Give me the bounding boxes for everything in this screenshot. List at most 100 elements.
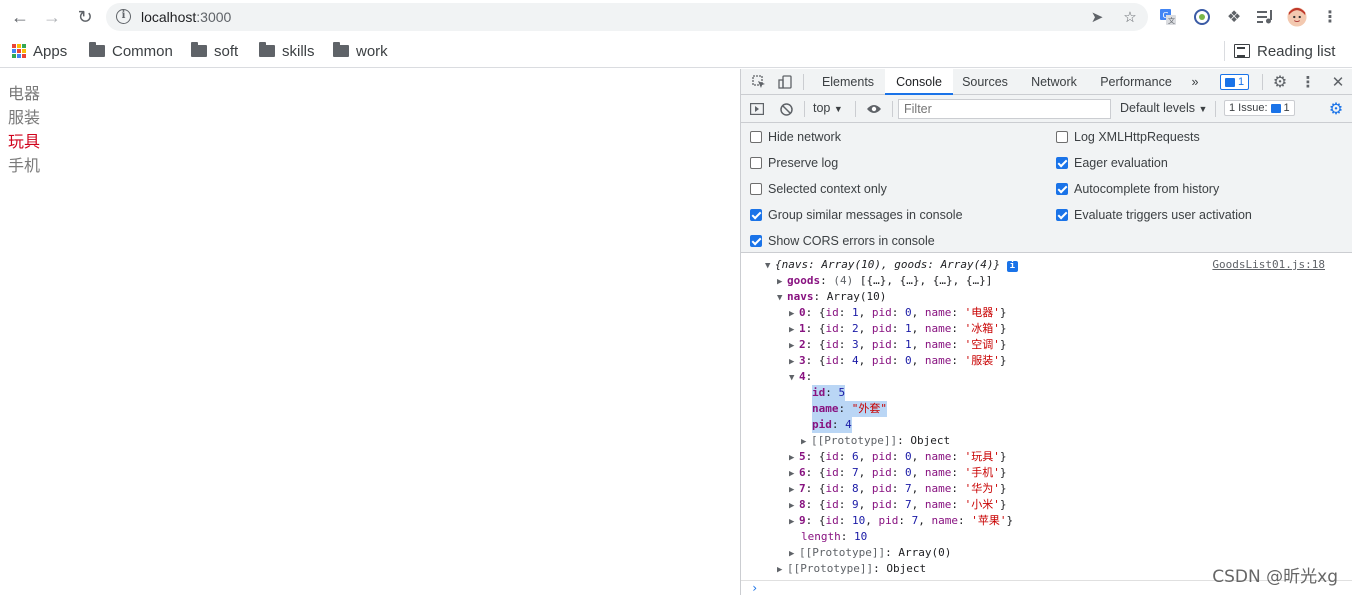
- context-selector[interactable]: top ▼: [813, 101, 843, 115]
- collapsed-triangle-icon[interactable]: ▶: [789, 354, 799, 370]
- option-hide-network[interactable]: Hide network: [750, 129, 841, 145]
- bookmarks-divider: [1224, 41, 1225, 61]
- translate-extension-icon[interactable]: G文: [1158, 7, 1178, 27]
- tree-prop-pid[interactable]: pid: 4: [812, 417, 852, 433]
- collapsed-triangle-icon[interactable]: ▶: [789, 498, 799, 514]
- bookmark-apps[interactable]: Apps: [12, 41, 67, 61]
- messages-badge[interactable]: 1: [1220, 74, 1250, 90]
- tree-row[interactable]: ▶ 3: {id: 4, pid: 0, name: '服装'}: [789, 353, 1007, 369]
- bookmark-skills[interactable]: skills: [259, 41, 315, 61]
- reload-icon[interactable]: ↻: [73, 5, 97, 29]
- site-info-icon[interactable]: i: [116, 9, 131, 24]
- tree-row-root-prototype[interactable]: ▶ [[Prototype]]: Object: [777, 561, 926, 577]
- bookmark-soft[interactable]: soft: [191, 41, 238, 61]
- option-group-similar[interactable]: Group similar messages in console: [750, 207, 963, 223]
- issues-badge[interactable]: 1 Issue: 1: [1224, 100, 1295, 116]
- clear-console-icon[interactable]: [776, 99, 796, 119]
- collapsed-triangle-icon[interactable]: ▶: [789, 338, 799, 354]
- expanded-triangle-icon[interactable]: ▼: [765, 258, 775, 274]
- option-autocomplete-history[interactable]: Autocomplete from history: [1056, 181, 1219, 197]
- bookmark-star-icon[interactable]: ☆: [1120, 7, 1140, 27]
- reading-list-button[interactable]: Reading list: [1234, 41, 1335, 61]
- menu-kebab-icon[interactable]: ⋮: [1320, 7, 1340, 27]
- url-text[interactable]: localhost:3000: [141, 9, 231, 25]
- checkbox[interactable]: [1056, 157, 1068, 169]
- expanded-triangle-icon[interactable]: ▼: [789, 370, 799, 386]
- option-log-xhr[interactable]: Log XMLHttpRequests: [1056, 129, 1200, 145]
- checkbox[interactable]: [750, 235, 762, 247]
- collapsed-triangle-icon[interactable]: ▶: [789, 450, 799, 466]
- tree-row-array-prototype[interactable]: ▶ [[Prototype]]: Array(0): [789, 545, 951, 561]
- option-selected-context-only[interactable]: Selected context only: [750, 181, 887, 197]
- extensions-puzzle-icon[interactable]: ❖: [1224, 7, 1244, 27]
- tree-row[interactable]: ▶ 6: {id: 7, pid: 0, name: '手机'}: [789, 465, 1007, 481]
- tab-sources[interactable]: Sources: [953, 69, 1017, 95]
- tree-prop-name[interactable]: name: "外套": [812, 401, 887, 417]
- send-tab-icon[interactable]: ➤: [1087, 7, 1107, 27]
- media-queue-icon[interactable]: [1255, 7, 1275, 27]
- nav-item-phones[interactable]: 手机: [8, 152, 40, 176]
- forward-arrow-icon[interactable]: →: [40, 5, 64, 29]
- tree-row[interactable]: ▶ 2: {id: 3, pid: 1, name: '空调'}: [789, 337, 1007, 353]
- info-icon[interactable]: i: [1006, 261, 1018, 272]
- collapsed-triangle-icon[interactable]: ▶: [801, 434, 811, 450]
- checkbox[interactable]: [750, 183, 762, 195]
- console-settings-gear-icon[interactable]: ⚙: [1326, 99, 1346, 119]
- tree-row-goods[interactable]: ▶ goods: (4) [{…}, {…}, {…}, {…}]: [777, 273, 992, 289]
- log-object-summary[interactable]: ▼ {navs: Array(10), goods: Array(4)} i: [765, 257, 1018, 273]
- tree-row-navs[interactable]: ▼ navs: Array(10): [777, 289, 886, 305]
- tree-row[interactable]: ▶ 0: {id: 1, pid: 0, name: '电器'}: [789, 305, 1007, 321]
- console-filter-input[interactable]: [898, 99, 1111, 119]
- bookmark-work[interactable]: work: [333, 41, 388, 61]
- checkbox[interactable]: [1056, 131, 1068, 143]
- tab-elements[interactable]: Elements: [813, 69, 883, 95]
- back-arrow-icon[interactable]: ←: [8, 5, 32, 29]
- expanded-triangle-icon[interactable]: ▼: [777, 290, 787, 306]
- nav-item-clothing[interactable]: 服装: [8, 104, 40, 128]
- option-show-cors-errors[interactable]: Show CORS errors in console: [750, 233, 935, 249]
- nav-item-toys[interactable]: 玩具: [8, 128, 40, 152]
- collapsed-triangle-icon[interactable]: ▶: [789, 306, 799, 322]
- option-evaluate-triggers[interactable]: Evaluate triggers user activation: [1056, 207, 1252, 223]
- collapsed-triangle-icon[interactable]: ▶: [789, 466, 799, 482]
- checkbox[interactable]: [1056, 209, 1068, 221]
- option-preserve-log[interactable]: Preserve log: [750, 155, 838, 171]
- collapsed-triangle-icon[interactable]: ▶: [777, 562, 787, 578]
- tree-row[interactable]: ▶ 9: {id: 10, pid: 7, name: '苹果'}: [789, 513, 1013, 529]
- sidebar-toggle-icon[interactable]: [747, 99, 767, 119]
- tree-row[interactable]: ▶ 1: {id: 2, pid: 1, name: '冰箱'}: [789, 321, 1007, 337]
- inspect-element-icon[interactable]: [749, 72, 769, 92]
- nav-item-appliances[interactable]: 电器: [8, 80, 40, 104]
- source-link[interactable]: GoodsList01.js:18: [1212, 258, 1325, 271]
- collapsed-triangle-icon[interactable]: ▶: [777, 274, 787, 290]
- collapsed-triangle-icon[interactable]: ▶: [789, 546, 799, 562]
- tree-row[interactable]: ▶ 5: {id: 6, pid: 0, name: '玩具'}: [789, 449, 1007, 465]
- bookmark-common[interactable]: Common: [89, 41, 173, 61]
- address-bar[interactable]: i localhost:3000 ➤ ☆: [106, 3, 1148, 31]
- device-toolbar-icon[interactable]: [775, 72, 795, 92]
- tab-console[interactable]: Console: [885, 69, 953, 95]
- tree-row-expanded[interactable]: ▼ 4:: [789, 369, 812, 385]
- more-tabs-button[interactable]: »: [1185, 69, 1205, 95]
- close-devtools-icon[interactable]: ✕: [1328, 72, 1348, 92]
- settings-gear-icon[interactable]: ⚙: [1270, 72, 1290, 92]
- checkbox[interactable]: [1056, 183, 1068, 195]
- collapsed-triangle-icon[interactable]: ▶: [789, 514, 799, 530]
- tree-row-prototype[interactable]: ▶ [[Prototype]]: Object: [801, 433, 950, 449]
- live-expression-eye-icon[interactable]: [864, 99, 884, 119]
- tree-prop-id[interactable]: id: 5: [812, 385, 846, 401]
- checkbox[interactable]: [750, 131, 762, 143]
- tab-network[interactable]: Network: [1021, 69, 1087, 95]
- tree-row[interactable]: ▶ 7: {id: 8, pid: 7, name: '华为'}: [789, 481, 1007, 497]
- log-levels-dropdown[interactable]: Default levels ▼: [1120, 101, 1207, 115]
- checkbox[interactable]: [750, 157, 762, 169]
- collapsed-triangle-icon[interactable]: ▶: [789, 322, 799, 338]
- globe-extension-icon[interactable]: [1192, 7, 1212, 27]
- tree-row[interactable]: ▶ 8: {id: 9, pid: 7, name: '小米'}: [789, 497, 1007, 513]
- profile-avatar-icon[interactable]: [1287, 7, 1307, 27]
- devtools-menu-icon[interactable]: ⋮: [1298, 72, 1318, 92]
- checkbox[interactable]: [750, 209, 762, 221]
- tab-performance[interactable]: Performance: [1093, 69, 1179, 95]
- collapsed-triangle-icon[interactable]: ▶: [789, 482, 799, 498]
- option-eager-evaluation[interactable]: Eager evaluation: [1056, 155, 1168, 171]
